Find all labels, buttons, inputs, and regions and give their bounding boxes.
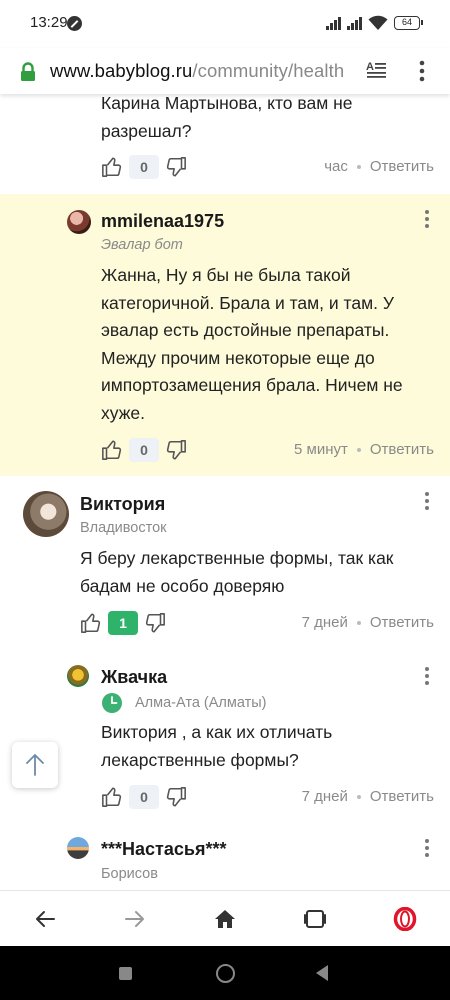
address-bar[interactable]: www.babyblog.ru/community/health A	[0, 48, 450, 94]
author-name[interactable]: mmilenaa1975	[101, 211, 224, 232]
scroll-to-top-button[interactable]	[12, 742, 58, 788]
comment-text: Жанна, Ну я бы не была такой категорично…	[101, 262, 403, 427]
author-location: Алма-Ата (Алматы)	[135, 695, 267, 711]
avatar[interactable]	[67, 210, 91, 234]
signal-icon	[326, 16, 341, 30]
comment-line: импортозамещения брала. Ничем не	[101, 375, 403, 395]
comment-meta: 7 дней Ответить	[302, 614, 434, 631]
thumb-up-icon[interactable]	[101, 156, 123, 178]
url-host: www.babyblog.ru	[50, 60, 193, 81]
vote-count: 1	[108, 611, 138, 635]
author-name[interactable]: ***Настасья***	[101, 839, 226, 860]
comment-item: Виктория Владивосток Я беру лекарственны…	[0, 476, 450, 651]
svg-text:A: A	[366, 61, 374, 73]
system-navigation-bar	[0, 946, 450, 1000]
reply-link[interactable]: Ответить	[370, 441, 434, 458]
vote-count: 0	[129, 438, 159, 462]
author-location: Борисов	[101, 866, 158, 882]
author-location: Владивосток	[80, 520, 167, 536]
more-options-icon[interactable]	[424, 839, 430, 859]
more-options-icon[interactable]	[424, 210, 430, 230]
more-options-icon[interactable]	[424, 667, 430, 687]
comment-line: хуже.	[101, 402, 145, 423]
arrow-left-icon[interactable]	[33, 907, 57, 931]
url-path: /community/health	[192, 60, 345, 81]
comment-text: Я беру лекарственные формы, так как бада…	[80, 545, 393, 600]
reply-link[interactable]: Ответить	[370, 158, 434, 175]
comment-meta: час Ответить	[324, 158, 434, 175]
thumb-down-icon[interactable]	[165, 156, 187, 178]
thumb-down-icon[interactable]	[165, 786, 187, 808]
avatar[interactable]	[67, 837, 89, 859]
system-home-icon[interactable]	[216, 964, 235, 983]
comment-meta: 7 дней Ответить	[302, 788, 434, 805]
comment-time: 7 дней	[301, 614, 348, 631]
comment-item: Карина Мартынова, кто вам не разрешал? 0…	[0, 94, 450, 192]
comment-line: разрешал?	[101, 120, 192, 141]
author-subtitle: Эвалар бот	[101, 237, 183, 253]
thumb-up-icon[interactable]	[101, 439, 123, 461]
thumb-down-icon[interactable]	[144, 612, 166, 634]
comment-line: эвалар есть достойные препараты.	[101, 320, 390, 340]
opera-logo-icon[interactable]	[393, 907, 417, 931]
comment-line: Между прочим некоторые еще до	[101, 347, 375, 368]
comment-item-highlighted: mmilenaa1975 Эвалар бот Жанна, Ну я бы н…	[0, 194, 450, 476]
more-options-icon[interactable]	[424, 492, 430, 512]
reply-link[interactable]: Ответить	[370, 614, 434, 631]
signal-icon-2	[347, 16, 362, 30]
comment-time: 5 минут	[294, 441, 348, 458]
arrow-right-icon[interactable]	[123, 907, 147, 931]
comment-line: Карина Мартынова, кто вам не	[101, 94, 353, 113]
comment-item: ***Настасья*** Борисов	[0, 823, 450, 890]
clock-icon	[102, 693, 122, 713]
separator-dot	[356, 795, 361, 800]
avatar[interactable]	[67, 665, 89, 687]
comment-item: Жвачка Алма-Ата (Алматы) Виктория , а ка…	[0, 651, 450, 823]
comments-feed[interactable]: Карина Мартынова, кто вам не разрешал? 0…	[0, 94, 450, 890]
separator-dot	[356, 165, 361, 170]
avatar[interactable]	[23, 491, 69, 537]
vote-row: 0 7 дней Ответить	[101, 784, 434, 812]
vote-row: 1 7 дней Ответить	[80, 610, 434, 638]
thumb-up-icon[interactable]	[101, 786, 123, 808]
battery-icon: 64	[394, 16, 423, 30]
status-indicators: 64	[326, 14, 423, 32]
separator-dot	[356, 621, 361, 626]
vote-count: 0	[129, 785, 159, 809]
comment-meta: 5 минут Ответить	[294, 441, 434, 458]
recent-apps-icon[interactable]	[119, 967, 132, 980]
thumb-down-icon[interactable]	[165, 439, 187, 461]
comment-line: Виктория , а как их отличать	[101, 722, 333, 742]
status-time: 13:29	[30, 14, 68, 31]
comment-time: час	[324, 158, 348, 175]
comment-text: Карина Мартынова, кто вам не разрешал?	[101, 94, 353, 145]
url-text[interactable]: www.babyblog.ru/community/health	[50, 60, 344, 82]
comment-text: Виктория , а как их отличать лекарственн…	[101, 719, 332, 774]
comment-line: бадам не особо доверяю	[80, 575, 285, 596]
comment-time: 7 дней	[301, 788, 348, 805]
thumb-up-icon[interactable]	[80, 612, 102, 634]
tabs-icon[interactable]	[303, 907, 327, 931]
comment-line: лекарственные формы?	[101, 749, 299, 770]
system-back-icon[interactable]	[316, 965, 328, 981]
menu-dots-icon[interactable]	[416, 59, 428, 83]
comment-line: Я беру лекарственные формы, так как	[80, 548, 394, 568]
author-name[interactable]: Виктория	[80, 494, 165, 515]
arrow-up-icon	[26, 754, 44, 776]
separator-dot	[356, 448, 361, 453]
browser-bottom-nav	[0, 890, 450, 946]
vote-row: 0 5 минут Ответить	[101, 437, 434, 465]
status-bar: 13:29 64	[0, 0, 450, 48]
lock-icon	[21, 62, 35, 81]
reply-link[interactable]: Ответить	[370, 788, 434, 805]
wifi-icon	[368, 15, 388, 30]
comment-line: категоричной. Брала и там, и там. У	[101, 292, 394, 313]
author-name[interactable]: Жвачка	[101, 667, 167, 688]
vote-row: 0 час Ответить	[101, 154, 434, 182]
vote-count: 0	[129, 155, 159, 179]
comment-line: Жанна, Ну я бы не была такой	[101, 265, 351, 285]
home-icon[interactable]	[213, 907, 237, 931]
reader-mode-icon[interactable]: A	[366, 60, 388, 82]
do-not-disturb-icon	[67, 16, 82, 31]
